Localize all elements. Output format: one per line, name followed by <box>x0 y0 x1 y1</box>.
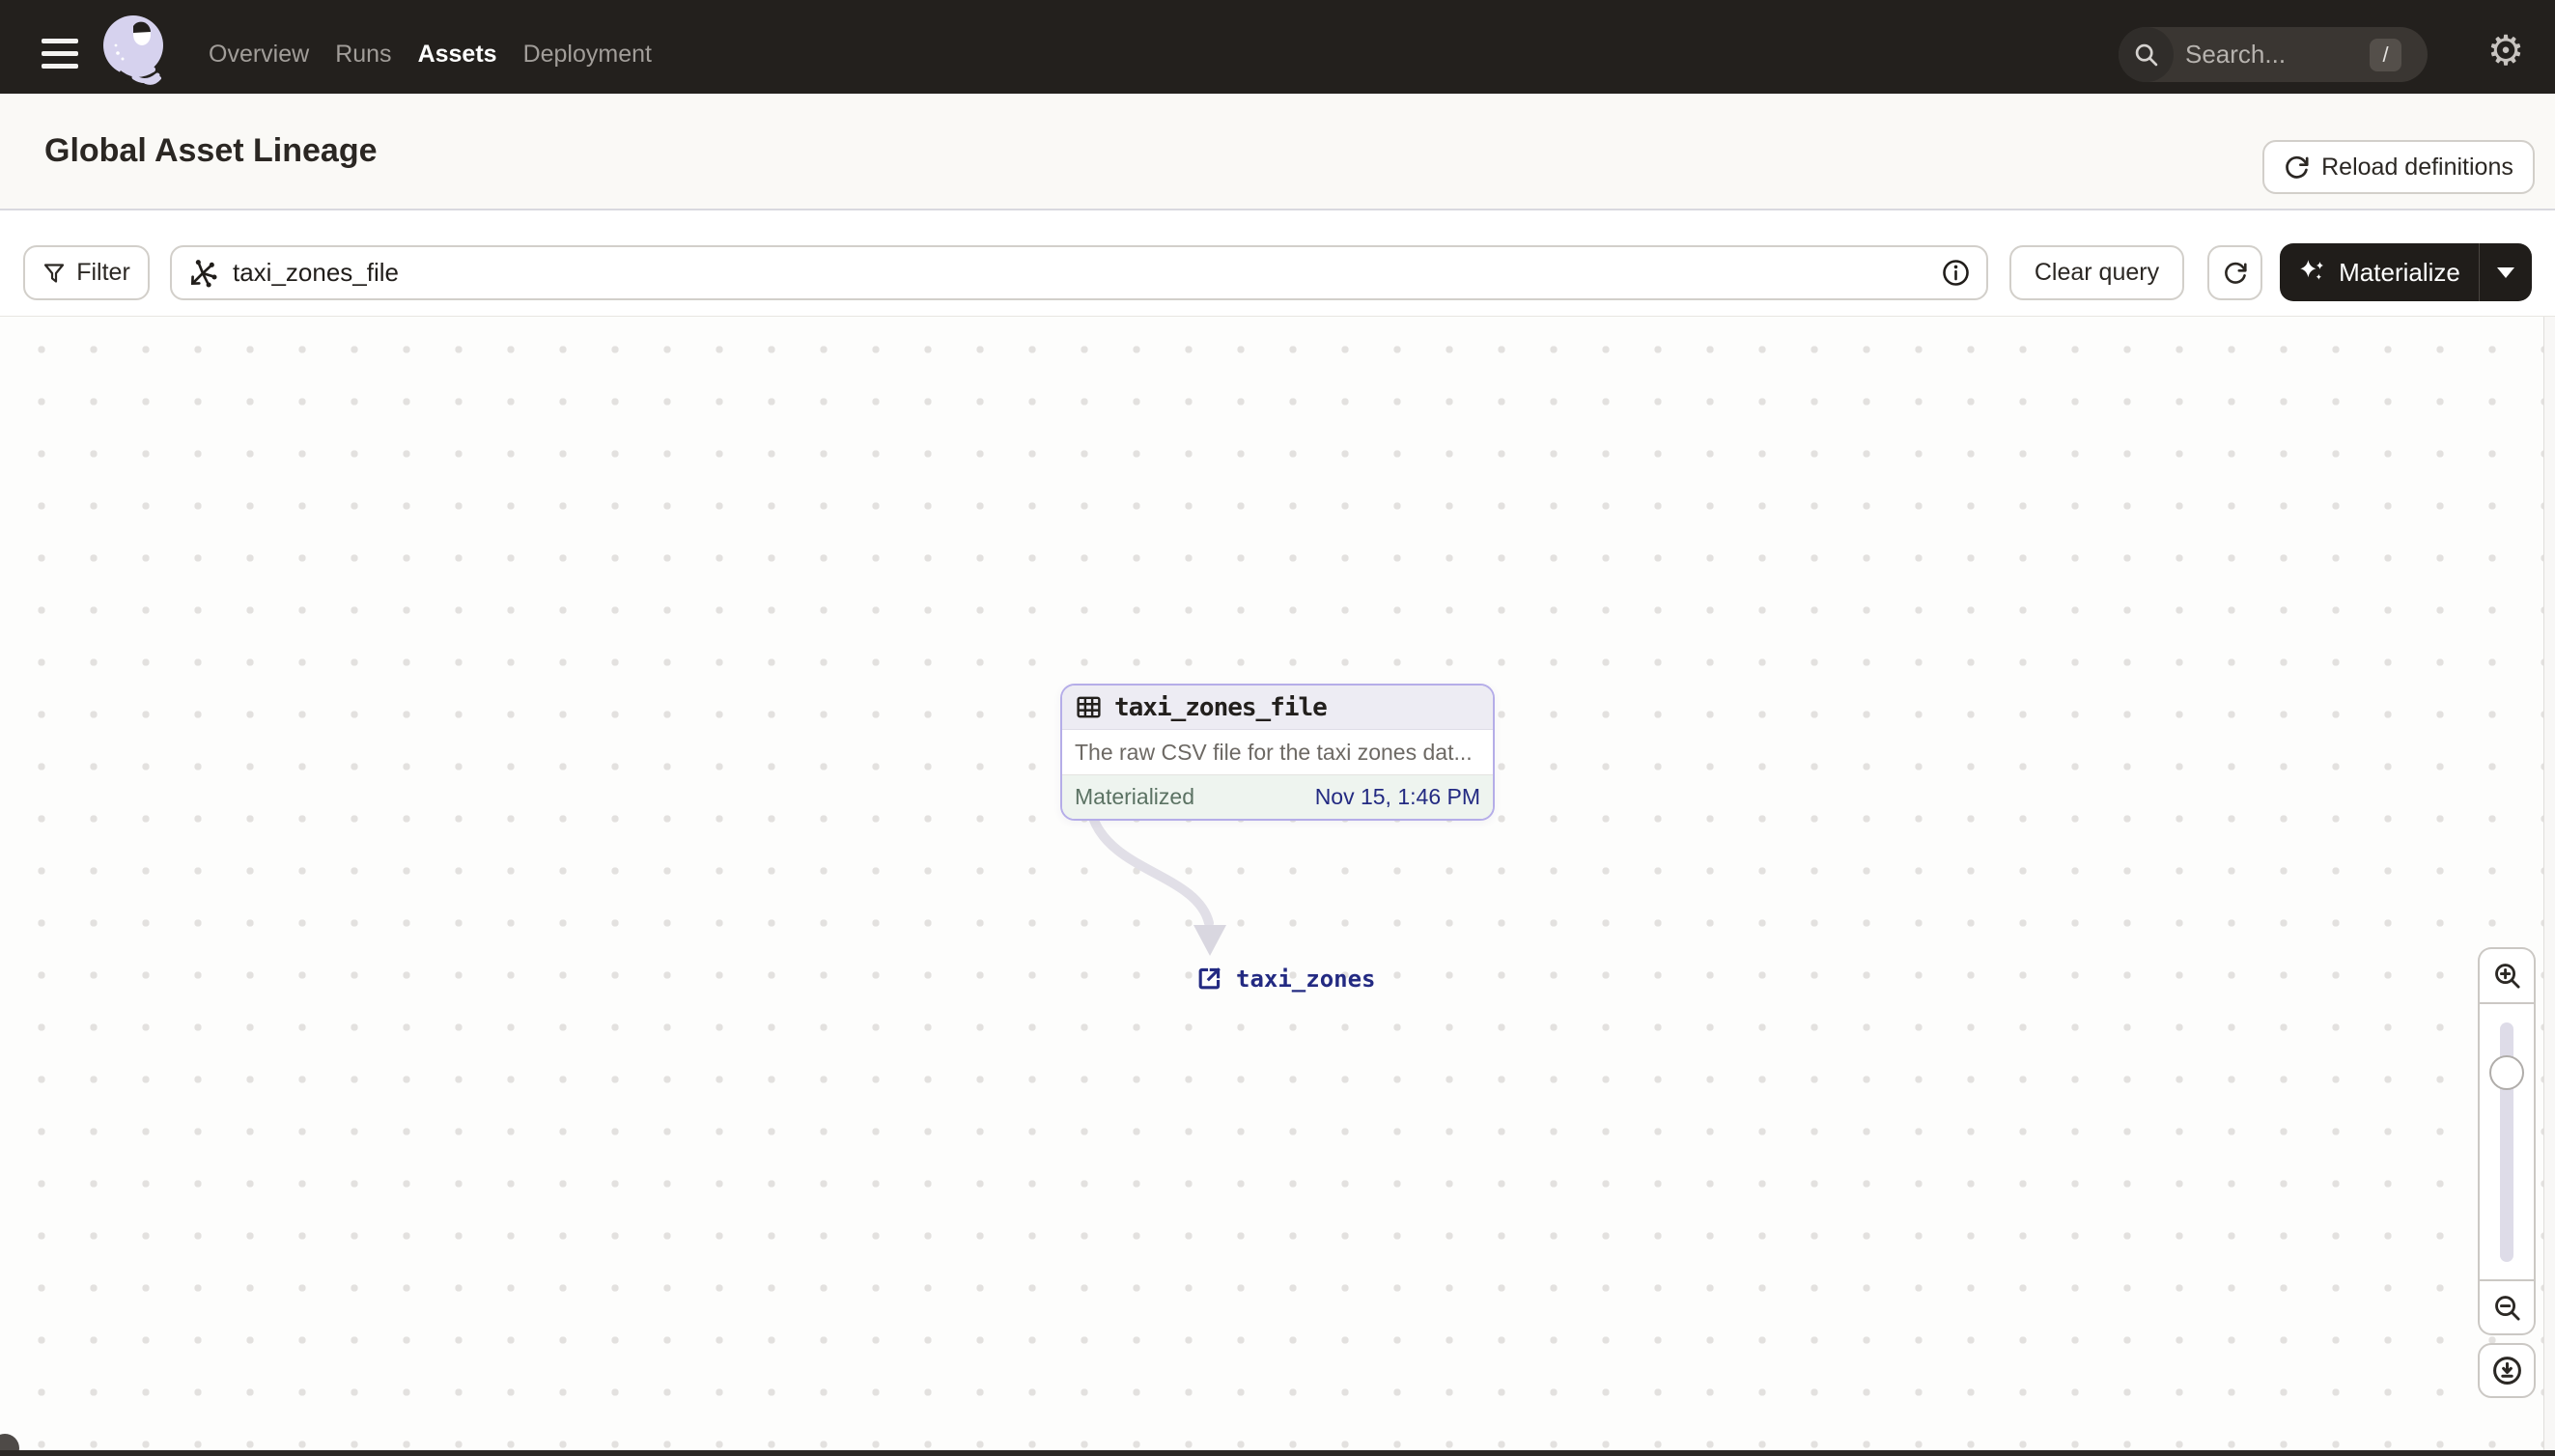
reload-definitions-label: Reload definitions <box>2321 153 2513 181</box>
nav-item-deployment[interactable]: Deployment <box>523 41 652 69</box>
main-nav: Overview Runs Assets Deployment <box>209 0 652 94</box>
filter-button[interactable]: Filter <box>23 245 150 300</box>
asset-node-title: taxi_zones_file <box>1114 692 1328 722</box>
hamburger-menu-icon[interactable] <box>42 39 78 70</box>
external-link-icon <box>1195 965 1223 993</box>
search-icon <box>2119 27 2174 82</box>
op-selector-icon <box>187 258 218 289</box>
sparkles-icon <box>2298 258 2327 287</box>
bottom-edge-bar <box>0 1450 2555 1456</box>
downstream-asset-name: taxi_zones <box>1236 965 1376 993</box>
dagster-logo-icon[interactable] <box>101 14 169 85</box>
asset-selection-input-box <box>170 245 1988 300</box>
chevron-down-icon <box>2497 266 2514 278</box>
downstream-asset-link[interactable]: taxi_zones <box>1195 965 1376 993</box>
clear-query-button[interactable]: Clear query <box>2009 245 2184 300</box>
materialize-dropdown-button[interactable] <box>2479 243 2532 301</box>
asset-node-description: The raw CSV file for the taxi zones dat.… <box>1062 730 1493 775</box>
clear-query-label: Clear query <box>2034 259 2160 286</box>
materialize-button[interactable]: Materialize <box>2280 243 2479 301</box>
vertical-scrollbar[interactable] <box>2543 317 2555 1450</box>
asset-node-footer: Materialized Nov 15, 1:46 PM <box>1062 775 1493 819</box>
reload-definitions-button[interactable]: Reload definitions <box>2262 140 2535 194</box>
recenter-download-button[interactable] <box>2478 1343 2536 1398</box>
asset-selection-input[interactable] <box>231 257 1928 289</box>
nav-item-assets[interactable]: Assets <box>418 41 497 69</box>
search-shortcut-badge: / <box>2370 39 2401 71</box>
asset-node-taxi-zones-file[interactable]: taxi_zones_file The raw CSV file for the… <box>1060 684 1495 821</box>
zoom-slider-knob[interactable] <box>2489 1055 2524 1090</box>
global-search[interactable]: / <box>2119 27 2428 82</box>
zoom-out-button[interactable] <box>2478 1281 2536 1335</box>
info-icon[interactable] <box>1941 258 1971 288</box>
refresh-icon <box>2284 154 2310 181</box>
page-header: Global Asset Lineage <box>0 94 2555 210</box>
filter-button-label: Filter <box>76 259 130 286</box>
refresh-icon <box>2223 261 2248 286</box>
table-icon <box>1075 693 1103 721</box>
top-navbar: Overview Runs Assets Deployment / ⚙ <box>0 0 2555 94</box>
dagster-app: Overview Runs Assets Deployment / ⚙ Glob… <box>0 0 2555 1456</box>
nav-item-overview[interactable]: Overview <box>209 41 309 69</box>
funnel-icon <box>42 262 66 285</box>
settings-gear-icon[interactable]: ⚙ <box>2484 29 2528 73</box>
materialize-label: Materialize <box>2339 257 2460 287</box>
asset-node-header: taxi_zones_file <box>1062 686 1493 730</box>
lineage-canvas[interactable] <box>0 317 2543 1450</box>
refresh-graph-button[interactable] <box>2207 245 2262 300</box>
page-title: Global Asset Lineage <box>44 132 378 169</box>
materialized-timestamp[interactable]: Nov 15, 1:46 PM <box>1315 784 1480 810</box>
zoom-in-button[interactable] <box>2478 947 2536 1002</box>
nav-item-runs[interactable]: Runs <box>335 41 391 69</box>
materialized-status-badge: Materialized <box>1075 784 1194 809</box>
